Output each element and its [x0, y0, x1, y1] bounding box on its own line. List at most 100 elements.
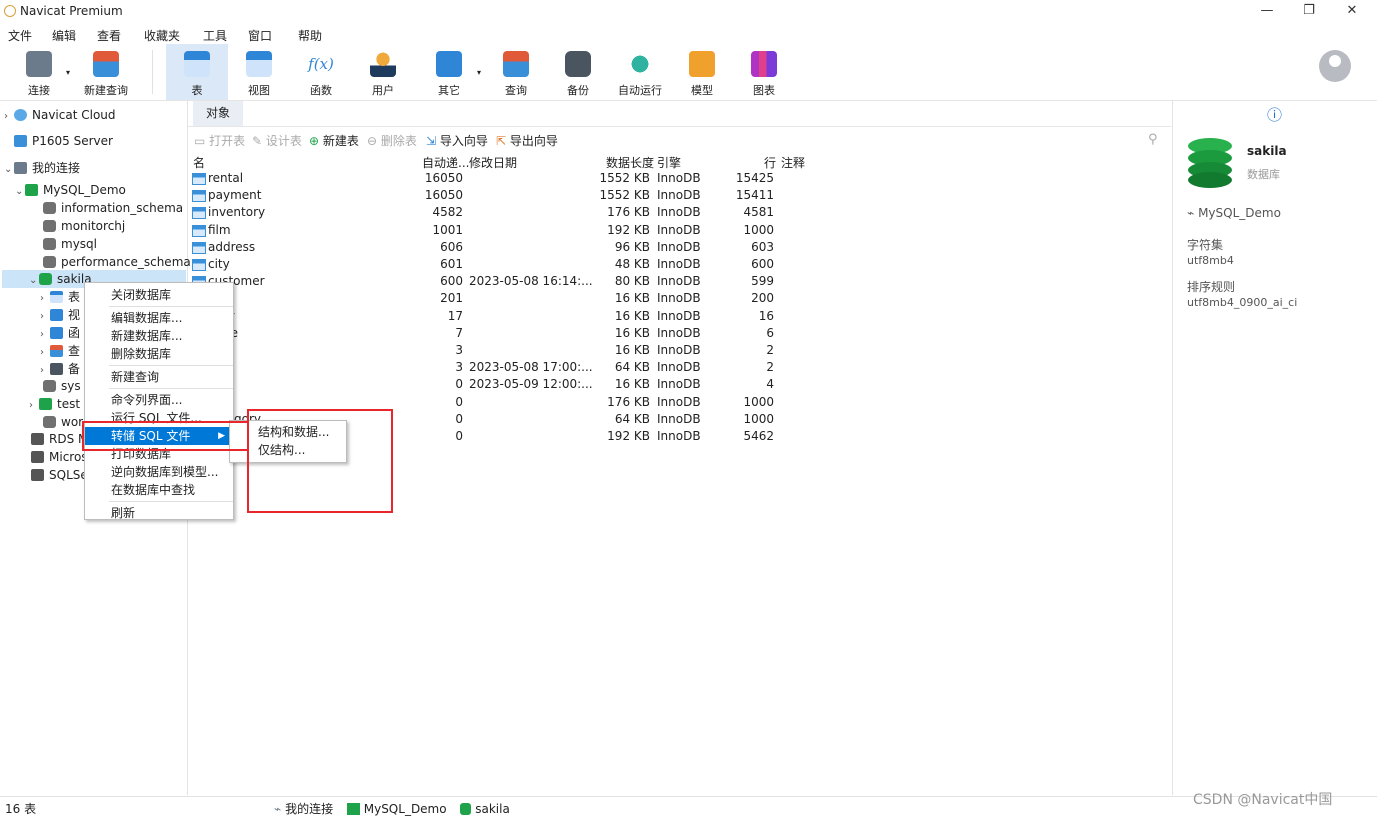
- new-table-button[interactable]: ⊕ 新建表: [309, 132, 359, 149]
- cell-rows: 603: [751, 239, 774, 254]
- tree-rds-connection[interactable]: RDS M: [31, 430, 88, 448]
- search-icon[interactable]: ⚲: [1148, 132, 1158, 147]
- export-wizard-button[interactable]: ⇱ 导出向导: [496, 132, 558, 149]
- table-icon: [50, 291, 63, 303]
- table-row[interactable]: gory1716 KBInnoDB16: [188, 309, 1171, 326]
- menu-view[interactable]: 查看: [97, 27, 121, 44]
- tree-db-information-schema[interactable]: information_schema: [43, 199, 183, 217]
- tree-db-mysql[interactable]: mysql: [43, 235, 97, 253]
- menu-file[interactable]: 文件: [8, 27, 32, 44]
- other-dropdown-arrow-icon[interactable]: ▾: [477, 68, 481, 77]
- menu-refresh[interactable]: 刷新: [85, 504, 233, 522]
- view-button[interactable]: 视图: [234, 44, 284, 100]
- tree-db-monitorchj[interactable]: monitorchj: [43, 217, 125, 235]
- model-button[interactable]: 模型: [677, 44, 727, 100]
- connect-button[interactable]: 连接: [14, 44, 64, 100]
- chevron-down-icon[interactable]: ⌄: [29, 272, 39, 290]
- menu-new-query[interactable]: 新建查询: [85, 368, 233, 386]
- table-row[interactable]: 3 16 KB InnoDB 2: [188, 343, 1171, 360]
- status-bar: 16 表 ⌁ 我的连接 MySQL_Demo sakila CSDN @Navi…: [0, 792, 1377, 819]
- menu-new-database[interactable]: 新建数据库...: [85, 327, 233, 345]
- menu-favorites[interactable]: 收藏夹: [144, 27, 180, 44]
- tree-microsoft-connection[interactable]: Micros: [31, 448, 88, 466]
- design-table-button[interactable]: ✎ 设计表: [252, 132, 302, 149]
- menu-edit[interactable]: 编辑: [52, 27, 76, 44]
- menu-window[interactable]: 窗口: [248, 27, 272, 44]
- new-query-button[interactable]: 新建查询: [78, 44, 134, 100]
- tree-sqlserver-connection[interactable]: SQLSe: [31, 466, 88, 484]
- tree-sakila-functions[interactable]: › 函: [40, 324, 80, 342]
- tree-db-performance-schema[interactable]: performance_schema: [43, 253, 191, 271]
- tree-db-world[interactable]: wor: [43, 413, 83, 431]
- table-row[interactable]: uage716 KBInnoDB6: [188, 326, 1171, 343]
- menu-separator: [109, 388, 233, 389]
- chevron-right-icon[interactable]: ›: [4, 108, 14, 126]
- query-button[interactable]: 查询: [491, 44, 541, 100]
- cell-data-length: 16 KB: [614, 377, 650, 392]
- table-row[interactable]: payment 16050 1552 KB InnoDB 15411: [188, 188, 1171, 205]
- database-icon: [39, 273, 52, 285]
- open-table-button[interactable]: ▭ 打开表: [194, 132, 245, 149]
- tree-sakila-tables[interactable]: › 表: [40, 288, 80, 306]
- table-row[interactable]: 0 2023-05-09 12:00:... 16 KB InnoDB 4: [188, 377, 1171, 394]
- view-icon: [50, 309, 63, 321]
- import-wizard-button[interactable]: ⇲ 导入向导: [426, 132, 488, 149]
- col-comment[interactable]: 注释: [781, 154, 805, 171]
- tab-objects[interactable]: 对象: [193, 101, 243, 126]
- other-button[interactable]: 其它: [424, 44, 474, 100]
- menu-find-in-database[interactable]: 在数据库中查找: [85, 481, 233, 499]
- cell-auto-increment: 16050: [424, 171, 463, 185]
- tree-sakila-backups[interactable]: › 备: [40, 360, 80, 378]
- user-button[interactable]: 用户: [358, 44, 408, 100]
- chevron-down-icon[interactable]: ⌄: [15, 183, 25, 201]
- user-avatar[interactable]: [1319, 50, 1351, 82]
- menu-close-database[interactable]: 关闭数据库: [85, 286, 233, 304]
- connect-dropdown-arrow-icon[interactable]: ▾: [66, 68, 70, 77]
- tree-p1605-server[interactable]: P1605 Server: [14, 132, 113, 150]
- menu-console[interactable]: 命令列界面...: [85, 391, 233, 409]
- tree-db-sakila[interactable]: ⌄ sakila: [29, 270, 92, 288]
- chevron-down-icon[interactable]: ⌄: [4, 161, 14, 179]
- menu-help[interactable]: 帮助: [298, 27, 322, 44]
- tree-sakila-views[interactable]: › 视: [40, 306, 80, 324]
- tree-db-test[interactable]: › test: [29, 395, 80, 413]
- function-button[interactable]: f(x) 函数: [296, 44, 346, 100]
- minimize-button[interactable]: —: [1245, 0, 1289, 22]
- table-row[interactable]: 201 16 KB InnoDB 200: [188, 291, 1171, 308]
- table-row[interactable]: film 1001 192 KB InnoDB 1000: [188, 223, 1171, 240]
- table-row[interactable]: city 601 48 KB InnoDB 600: [188, 257, 1171, 274]
- table-row[interactable]: customer 600 2023-05-08 16:14:... 80 KB Inno…: [188, 274, 1171, 291]
- table-row[interactable]: address 606 96 KB InnoDB 603: [188, 240, 1171, 257]
- tree-navicat-cloud[interactable]: › Navicat Cloud: [4, 106, 116, 124]
- backup-button[interactable]: 备份: [553, 44, 603, 100]
- table-row[interactable]: rental 16050 1552 KB InnoDB 15425: [188, 171, 1171, 188]
- menu-edit-database[interactable]: 编辑数据库...: [85, 309, 233, 327]
- open-table-label: 打开表: [209, 134, 246, 148]
- col-engine[interactable]: 引擎: [657, 154, 681, 171]
- col-data-length[interactable]: 数据长度: [606, 154, 654, 171]
- restore-button[interactable]: ❐: [1287, 0, 1331, 22]
- tree-my-connections[interactable]: ⌄ 我的连接: [4, 159, 80, 177]
- chart-button[interactable]: 图表: [739, 44, 789, 100]
- col-modified-date[interactable]: 修改日期: [469, 154, 517, 171]
- menu-reverse-to-model[interactable]: 逆向数据库到模型...: [85, 463, 233, 481]
- table-button[interactable]: 表: [166, 44, 228, 100]
- table-icon: [192, 241, 206, 254]
- col-rows[interactable]: 行: [764, 154, 776, 171]
- info-collation-value: utf8mb4_0900_ai_ci: [1187, 296, 1298, 309]
- col-auto-increment[interactable]: 自动递...: [422, 154, 469, 171]
- col-name[interactable]: 名: [193, 154, 205, 171]
- table-row[interactable]: 3 2023-05-08 17:00:... 64 KB InnoDB 2: [188, 360, 1171, 377]
- info-icon[interactable]: ⓘ: [1267, 104, 1282, 125]
- tree-mysql-demo[interactable]: ⌄ MySQL_Demo: [15, 181, 126, 199]
- tree-sakila-queries[interactable]: › 查: [40, 342, 80, 360]
- user-icon: [370, 51, 396, 77]
- table-row[interactable]: inventory 4582 176 KB InnoDB 4581: [188, 205, 1171, 222]
- automation-button[interactable]: 自动运行: [612, 44, 668, 100]
- close-button[interactable]: ✕: [1330, 0, 1374, 22]
- tree-db-sys[interactable]: sys: [43, 377, 81, 395]
- menu-tools[interactable]: 工具: [203, 27, 227, 44]
- chevron-right-icon[interactable]: ›: [29, 397, 39, 415]
- delete-table-button[interactable]: ⊖ 删除表: [367, 132, 417, 149]
- menu-delete-database[interactable]: 删除数据库: [85, 345, 233, 363]
